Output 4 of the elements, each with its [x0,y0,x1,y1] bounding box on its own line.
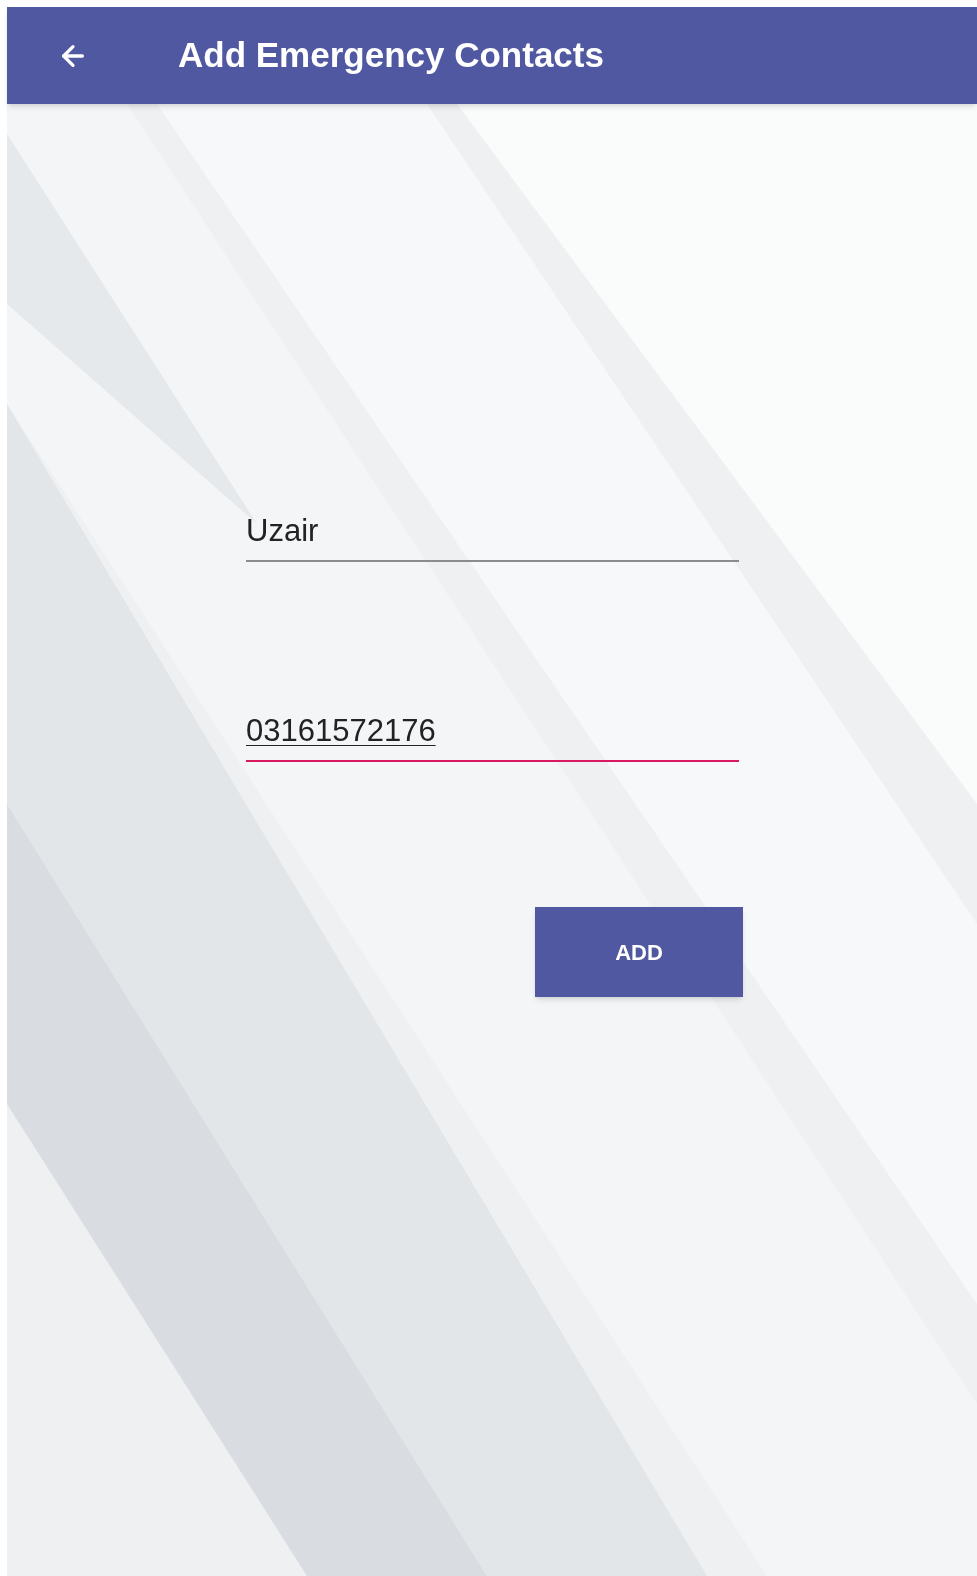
screen-title: Add Emergency Contacts [178,34,604,77]
add-button[interactable]: ADD [535,907,743,997]
text-field[interactable]: Uzair [246,502,739,562]
text-field[interactable]: 03161572176 [246,702,739,762]
